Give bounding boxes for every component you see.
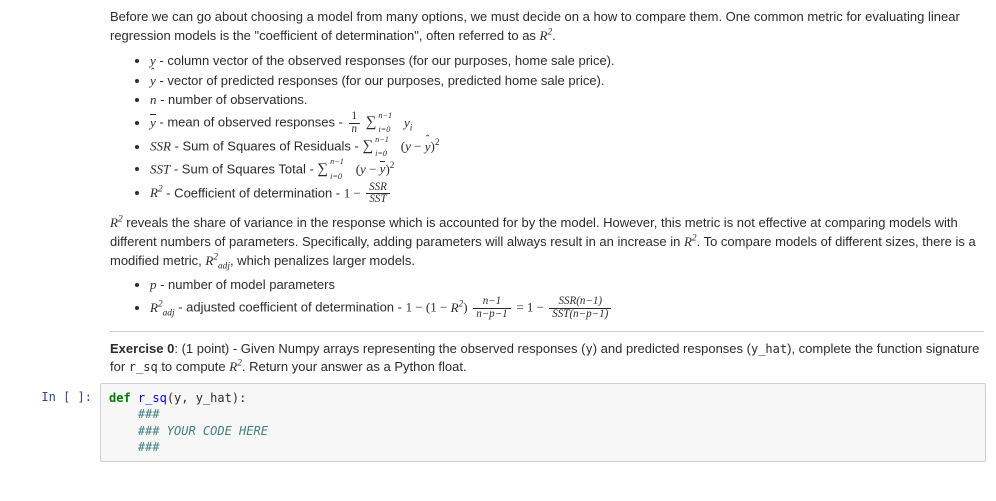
def-r2-text: - Coefficient of determination - [163, 185, 344, 200]
def-p: p - number of model parameters [150, 276, 984, 295]
sym-ybar: y [150, 114, 156, 133]
frac-ssrn1-sstnp1: SSR(n−1)SST(n−p−1) [549, 296, 611, 320]
code-rsq: r_sq [129, 360, 158, 374]
mid-c: , which penalizes larger models. [230, 253, 415, 268]
code-input-area[interactable]: def r_sq(y, y_hat): ### ### YOUR CODE HE… [100, 383, 986, 462]
markdown-cell-1: Before we can go about choosing a model … [110, 8, 996, 377]
def-ybar: y - mean of observed responses - 1n ∑n−1… [150, 111, 984, 135]
intro-paragraph: Before we can go about choosing a model … [110, 8, 984, 46]
code-content[interactable]: def r_sq(y, y_hat): ### ### YOUR CODE HE… [109, 390, 977, 455]
def-ssr: SSR - Sum of Squares of Residuals - ∑n−1… [150, 136, 984, 158]
intro-text-b: . [552, 28, 556, 43]
r2adj-sym: R2adj [205, 253, 230, 268]
r-squared-symbol: R2 [540, 28, 553, 43]
sigma-icon: ∑n−1i=0 [362, 136, 375, 158]
sigma-icon: ∑n−1i=0 [317, 159, 330, 181]
def-yhat-text: - vector of predicted responses (for our… [156, 73, 605, 88]
def-r2adj: R2adj - adjusted coefficient of determin… [150, 296, 984, 320]
sigma-icon: ∑n−1i=0 [366, 112, 379, 134]
def-n-text: - number of observations. [157, 92, 308, 107]
frac-ssr-sst: SSRSST [366, 182, 390, 206]
code-cell: In [ ]: def r_sq(y, y_hat): ### ### YOUR… [0, 383, 996, 462]
r2-lead: R2 [110, 215, 123, 230]
def-sst-text: - Sum of Squares Total - [170, 161, 317, 176]
definitions-list-1: y - column vector of the observed respon… [110, 52, 984, 206]
exercise-0: Exercise 0: (1 point) - Given Numpy arra… [110, 340, 984, 378]
def-sst: SST - Sum of Squares Total - ∑n−1i=0 (y … [150, 159, 984, 181]
def-n: n - number of observations. [150, 91, 984, 110]
frac-1-n: 1n [349, 111, 361, 135]
def-y-text: - column vector of the observed response… [156, 53, 615, 68]
sym-yhat: y [150, 72, 156, 91]
exercise-label: Exercise 0 [110, 341, 174, 356]
def-yhat: y - vector of predicted responses (for o… [150, 72, 984, 91]
divider [110, 331, 984, 332]
sym-r2: R2 [150, 185, 163, 200]
def-r2: R2 - Coefficient of determination - 1 − … [150, 182, 984, 206]
def-ssr-text: - Sum of Squares of Residuals - [171, 139, 362, 154]
frac-nm1-npm1: n−1n−p−1 [473, 296, 510, 320]
sym-r2adj: R2adj [150, 300, 175, 315]
definitions-list-2: p - number of model parameters R2adj - a… [110, 276, 984, 320]
intro-text-a: Before we can go about choosing a model … [110, 9, 960, 43]
mid-paragraph: R2 reveals the share of variance in the … [110, 214, 984, 271]
def-r2adj-text: - adjusted coefficient of determination … [175, 300, 406, 315]
sym-ssr: SSR [150, 139, 171, 154]
notebook-page: Before we can go about choosing a model … [0, 0, 996, 472]
yi: yi [404, 115, 412, 130]
code-y: y [585, 342, 592, 356]
input-prompt: In [ ]: [0, 383, 100, 406]
exercise-pts: : (1 point) - Given Numpy arrays represe… [174, 341, 585, 356]
def-y: y - column vector of the observed respon… [150, 52, 984, 71]
def-p-text: - number of model parameters [157, 277, 335, 292]
code-yhat: y_hat [751, 342, 787, 356]
sym-sst: SST [150, 161, 170, 176]
def-ybar-text: - mean of observed responses - [156, 115, 347, 130]
